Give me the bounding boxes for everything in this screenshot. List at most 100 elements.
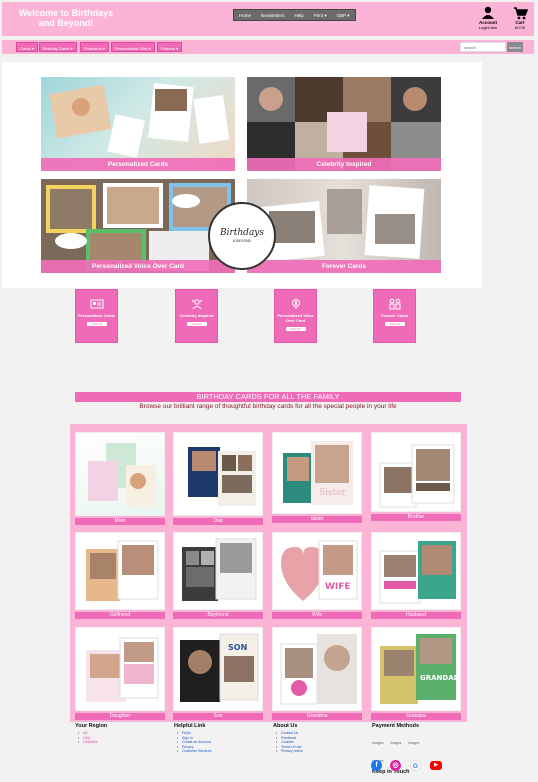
topnav-currency[interactable]: GBP ▾ [332, 10, 355, 20]
footer-keep-title: Keep in Touch [372, 769, 410, 775]
card-label: Grandma [272, 713, 362, 720]
nav-cards[interactable]: Cards ▾ [16, 42, 38, 52]
category-voice-over[interactable]: Personalized Voice Over Card View All [274, 289, 317, 343]
top-navigation: Home Newsletters Help Print ▾ GBP ▾ [233, 9, 356, 21]
card-image [371, 532, 461, 610]
site-header: Welcome to Birthdays and Beyond! Home Ne… [2, 2, 534, 36]
card-image [75, 627, 165, 711]
footer-helpful-title: Helpful Link [174, 723, 206, 729]
view-all-button[interactable]: View All [86, 322, 107, 326]
card-label: Brother [371, 514, 461, 521]
card-image: GRANDAD [371, 627, 461, 711]
card-image: SON [173, 627, 263, 711]
view-all-button[interactable]: View All [285, 327, 306, 331]
footer-payment-title: Payment Methods [372, 723, 420, 729]
card-image [173, 532, 263, 610]
footer-about: About Us Contact Us Feedback Cookies Ter… [273, 723, 303, 754]
card-label: Husband [371, 612, 461, 619]
card-label: Grandpa [371, 713, 461, 720]
svg-text:GRANDAD: GRANDAD [420, 674, 460, 682]
card-label: Wife [272, 612, 362, 619]
logo-main-text: Birthdays [219, 228, 265, 238]
card-label: Boyfriend [173, 612, 263, 619]
card-label: Sister [272, 516, 362, 523]
card-label: Mom [75, 518, 165, 525]
card-image [272, 627, 362, 711]
card-label: Daughter [75, 713, 165, 720]
footer-region-title: Your Region [75, 723, 108, 729]
card-image [75, 532, 165, 610]
hero-caption: Forever Cards [247, 260, 441, 273]
nav-flowers[interactable]: Flowers ▾ [157, 42, 183, 52]
hero-tile-voice-over[interactable]: Personalized Voice Over Card [41, 179, 235, 273]
view-all-button[interactable]: View All [384, 322, 405, 326]
hero-image [41, 179, 235, 273]
youtube-icon[interactable]: ▶ [430, 761, 442, 770]
celebrity-icon [190, 297, 204, 310]
family-section-subtitle: Browse our brilliant range of thoughtful… [139, 403, 397, 410]
customer-services-link[interactable]: Customer Services [174, 749, 212, 754]
footer-helpful: Helpful Link FAQs Sign In Create an Acco… [174, 723, 212, 754]
account-sub: Login/Join [478, 25, 498, 30]
topnav-print[interactable]: Print ▾ [309, 10, 332, 20]
category-forever-cards[interactable]: Forever Cards View All [373, 289, 416, 343]
about-list: Contact Us Feedback Cookies Terms of Use… [273, 731, 303, 754]
view-all-button[interactable]: View All [186, 322, 207, 326]
logo-sub-text: & BEYOND [232, 239, 252, 243]
card-label: Son [173, 713, 263, 720]
svg-text:Sister: Sister [319, 488, 347, 498]
privacy-notice-link[interactable]: Privacy notice [273, 749, 303, 754]
nav-postcards-label: Postcards [84, 45, 102, 51]
nav-flowers-label: Flowers [161, 45, 176, 51]
brand-logo: Birthdays & BEYOND [208, 202, 276, 270]
search-input[interactable] [460, 42, 506, 52]
hero-image [247, 77, 441, 171]
nav-personalised-gifts-label: Personalised Gifts [115, 45, 148, 51]
hero-banner: Personalized Cards Celebrity Inspired Pe… [2, 62, 482, 288]
nav-birthday-cards-label: Birthday Cards [43, 45, 70, 51]
instagram-icon[interactable]: ◎ [390, 760, 401, 771]
family-icon [388, 297, 402, 310]
category-personalized-cards[interactable]: Personalized Cards View All [75, 289, 118, 343]
topnav-help[interactable]: Help [290, 10, 309, 20]
google-icon[interactable]: G [410, 760, 421, 771]
hero-tile-forever[interactable]: Forever Cards [247, 179, 441, 273]
category-title: Celebrity Inspired [179, 313, 214, 318]
facebook-icon[interactable]: f [371, 760, 382, 771]
hero-tile-personalized-cards[interactable]: Personalized Cards [41, 77, 235, 171]
card-label: Dad [173, 518, 263, 525]
hero-caption: Celebrity Inspired [247, 158, 441, 171]
topnav-newsletters[interactable]: Newsletters [256, 10, 290, 20]
svg-text:WIFE: WIFE [325, 582, 351, 592]
hero-caption: Personalized Voice Over Card [41, 260, 235, 273]
hero-tile-celebrity[interactable]: Celebrity Inspired [247, 77, 441, 171]
footer-about-title: About Us [273, 723, 298, 729]
nav-cards-label: Cards [20, 45, 31, 51]
cart-icon [508, 6, 532, 20]
page: Welcome to Birthdays and Beyond! Home Ne… [0, 0, 536, 782]
cart-total: £0.00 [514, 25, 525, 30]
nav-personalised-gifts[interactable]: Personalised Gifts ▾ [111, 42, 155, 52]
welcome-title: Welcome to Birthdays and Beyond! [18, 8, 114, 28]
region-canada-link[interactable]: CANADA [75, 740, 107, 745]
id-card-icon [90, 297, 104, 309]
category-title: Personalized Cards [77, 313, 116, 318]
payment-image: Images [389, 741, 402, 745]
topnav-currency-label: GBP [336, 13, 346, 18]
nav-postcards[interactable]: Postcards ▾ [80, 42, 109, 52]
category-celebrity-inspired[interactable]: Celebrity Inspired View All [175, 289, 218, 343]
payment-image: Images [407, 741, 420, 745]
nav-birthday-cards[interactable]: Birthday Cards ▾ [39, 42, 77, 52]
helpful-list: FAQs Sign In Create an Account Privacy C… [174, 731, 212, 754]
family-section-title: BIRTHDAY CARDS FOR ALL THE FAMILY [75, 392, 461, 402]
account-button[interactable]: Account Login/Join [476, 6, 500, 30]
card-image [371, 432, 461, 512]
voice-icon [289, 297, 303, 309]
card-label: Girlfriend [75, 612, 165, 619]
cart-button[interactable]: Cart £0.00 [508, 6, 532, 30]
category-title: Forever Cards [380, 313, 409, 318]
search-button[interactable]: search [507, 42, 523, 52]
card-image [173, 432, 263, 516]
hero-image [41, 77, 235, 171]
topnav-home[interactable]: Home [234, 10, 256, 20]
